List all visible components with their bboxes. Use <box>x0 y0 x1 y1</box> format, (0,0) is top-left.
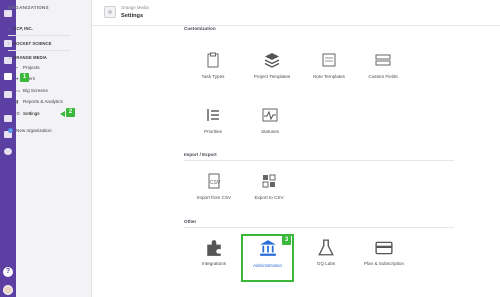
tile-label: Priorities <box>204 129 222 134</box>
avatar[interactable] <box>3 285 13 295</box>
sidebar-item-reports[interactable]: ▮ Reports & Analytics <box>16 97 63 106</box>
tile-statuses[interactable]: Statuses <box>244 104 296 144</box>
step-badge-1: 1 <box>20 73 29 82</box>
new-organization-button[interactable]: + New organization <box>8 128 52 134</box>
sidebar-item-label: Settings <box>23 111 40 116</box>
tile-label: Plan & Subscription <box>363 261 405 266</box>
org-rocket-science[interactable]: › ROCKET SCIENCE <box>8 41 51 46</box>
step-badge-2: 2 <box>66 108 75 117</box>
divider <box>8 35 70 36</box>
monitor-icon: ▭ <box>16 88 21 93</box>
org-orange-media[interactable]: ⌄ORANGE MEDIA <box>8 55 47 61</box>
tile-project-templates[interactable]: Project Templates <box>244 49 300 89</box>
sidebar-item-settings[interactable]: ⚙ Settings <box>16 109 40 118</box>
chart-icon: ▮ <box>16 99 19 104</box>
sidebar-item-big-screens[interactable]: ▭ Big Screens <box>16 86 48 95</box>
tile-note-templates[interactable]: Note Templates <box>301 49 357 89</box>
wrench-icon[interactable] <box>4 115 12 122</box>
plus-icon: + <box>8 128 13 134</box>
header-overlay <box>92 0 500 26</box>
tile-label: Integrations <box>201 261 226 266</box>
building-icon[interactable] <box>4 73 12 80</box>
priority-list-icon <box>207 109 219 121</box>
tile-label: Project Templates <box>253 74 291 79</box>
import-file-icon: CSV <box>208 173 221 189</box>
plus-icon[interactable] <box>4 148 12 155</box>
institution-icon <box>259 240 276 256</box>
tile-priorities[interactable]: Priorities <box>187 104 239 144</box>
tile-label: Statuses <box>261 129 279 134</box>
puzzle-icon <box>207 240 221 256</box>
tile-gq-labs[interactable]: GQ Labs <box>300 236 352 276</box>
tile-label: Note Templates <box>313 74 345 79</box>
tile-custom-fields[interactable]: Custom Fields <box>355 49 411 89</box>
sidebar-item-label: Reports & Analytics <box>23 99 63 104</box>
section-title-other: Other <box>184 219 197 224</box>
layers-icon <box>264 53 280 68</box>
svg-text:CSV: CSV <box>210 180 221 186</box>
tile-export-csv[interactable]: Export to CSV <box>240 170 298 210</box>
section-title-import-export: Import / Export <box>184 152 217 157</box>
clipboard-icon <box>207 52 219 68</box>
gear-icon: ⚙ <box>16 111 21 116</box>
tile-integrations[interactable]: Integrations <box>188 236 240 276</box>
people-icon[interactable] <box>4 91 12 98</box>
tile-plan-subscription[interactable]: Plan & Subscription <box>356 236 412 276</box>
step-badge-3: 3 <box>282 236 291 245</box>
tile-label: Task Types <box>201 74 225 79</box>
home-icon[interactable] <box>4 10 12 17</box>
credit-card-icon <box>375 241 393 255</box>
tile-task-types[interactable]: Task Types <box>187 49 239 89</box>
section-divider <box>184 160 454 161</box>
sidebar-item-label: Big Screens <box>23 88 48 93</box>
sidebar-item-projects[interactable]: ▪ Projects <box>16 63 40 72</box>
pulse-icon <box>262 108 278 122</box>
tile-import-csv[interactable]: CSV Import from CSV <box>184 170 244 210</box>
help-icon[interactable]: ? <box>3 267 13 277</box>
tile-label: Administration <box>252 263 283 268</box>
form-fields-icon <box>375 54 391 66</box>
pointer-arrow <box>60 111 65 117</box>
org-name: GCP, INC. <box>13 26 33 31</box>
briefcase-icon: ▪ <box>16 65 18 70</box>
org-gcp[interactable]: › GCP, INC. <box>8 26 33 31</box>
org-name: ORANGE MEDIA <box>13 55 47 60</box>
sidebar-item-label: Projects <box>23 65 40 70</box>
tile-label: GQ Labs <box>316 261 336 266</box>
note-icon <box>322 53 336 67</box>
flask-icon <box>318 239 334 256</box>
new-organization-label: New organization <box>16 128 52 133</box>
section-title-customization: Customization <box>184 26 216 31</box>
tile-label: Import from CSV <box>196 195 232 200</box>
section-divider <box>184 227 454 228</box>
tile-label: Custom Fields <box>368 74 398 79</box>
tile-label: Export to CSV <box>254 195 284 200</box>
export-grid-icon <box>262 174 276 188</box>
sidebar-title: ORGANIZATIONS <box>8 5 49 10</box>
divider <box>8 50 70 51</box>
org-name: ROCKET SCIENCE <box>13 41 52 46</box>
